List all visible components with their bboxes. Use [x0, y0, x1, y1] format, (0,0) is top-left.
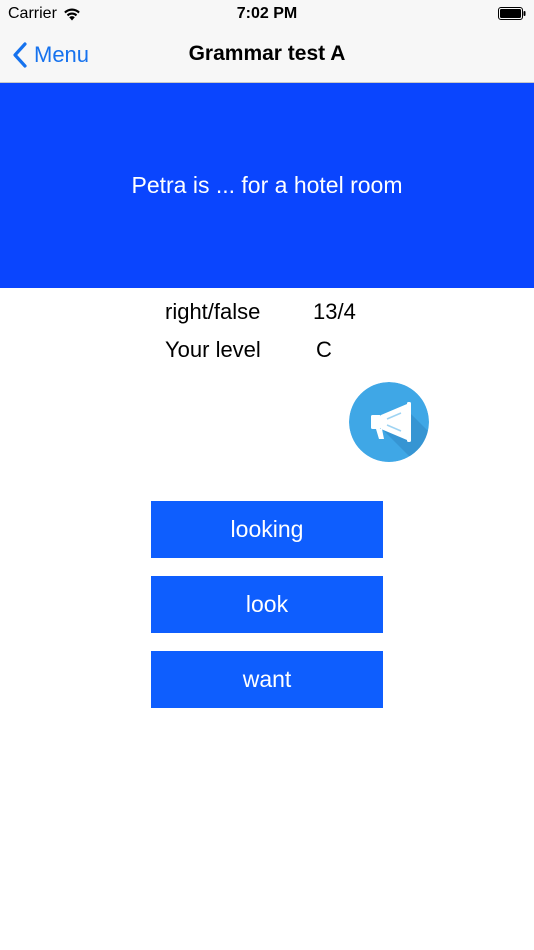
answer-button-1[interactable]: looking	[151, 501, 383, 558]
page-title: Grammar test A	[188, 42, 346, 65]
status-bar: Carrier 7:02 PM	[0, 0, 534, 28]
status-time: 7:02 PM	[236, 5, 298, 22]
navigation-bar: Menu Grammar test A	[0, 28, 534, 83]
app-screen: Carrier 7:02 PM Menu Grammar test A Petr…	[0, 0, 534, 950]
right-false-label: right/false	[165, 299, 261, 324]
battery-icon	[498, 7, 526, 20]
question-text: Petra is ... for a hotel room	[131, 172, 403, 198]
level-value: C	[316, 337, 332, 362]
answer-button-2[interactable]: look	[151, 576, 383, 633]
megaphone-icon	[349, 382, 429, 462]
speak-button[interactable]	[349, 382, 429, 462]
right-false-value: 13/4	[313, 299, 356, 324]
question-banner: Petra is ... for a hotel room	[0, 83, 534, 288]
level-label: Your level	[165, 337, 261, 362]
answer-button-3[interactable]: want	[151, 651, 383, 708]
